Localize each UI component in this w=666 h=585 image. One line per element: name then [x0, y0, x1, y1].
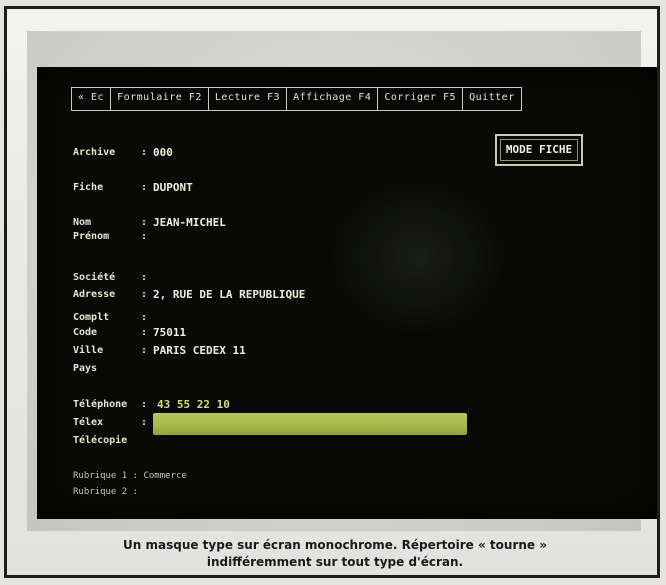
value-ville[interactable]: PARIS CEDEX 11 — [153, 344, 246, 357]
photo-caption: Un masque type sur écran monochrome. Rép… — [37, 537, 633, 571]
value-adresse[interactable]: 2, RUE DE LA REPUBLIQUE — [153, 288, 305, 301]
label-archive: Archive — [73, 147, 116, 158]
label-telecopie: Télécopie — [73, 435, 128, 446]
menu-item-escape[interactable]: « Ec — [72, 88, 112, 110]
separator: : — [141, 147, 148, 158]
label-code: Code — [73, 327, 98, 338]
separator: : — [141, 289, 148, 300]
rubrique-2: Rubrique 2 : — [73, 487, 139, 497]
separator: : — [141, 399, 148, 410]
separator: : — [141, 272, 148, 283]
separator: : — [141, 217, 148, 228]
menu-item-quitter[interactable]: Quitter — [463, 88, 521, 110]
label-societe: Société — [73, 272, 116, 283]
label-fiche: Fiche — [73, 182, 104, 193]
label-ville: Ville — [73, 345, 104, 356]
label-telephone: Téléphone — [73, 399, 128, 410]
label-telex: Télex — [73, 417, 104, 428]
value-nom[interactable]: JEAN-MICHEL — [153, 216, 226, 229]
separator: : — [141, 327, 148, 338]
menu-bar: « Ec Formulaire F2 Lecture F3 Affichage … — [71, 87, 522, 111]
rubrique-1: Rubrique 1 : Commerce — [73, 471, 187, 481]
value-fiche[interactable]: DUPONT — [153, 181, 193, 194]
label-complt: Complt — [73, 312, 110, 323]
label-pays: Pays — [73, 363, 98, 374]
separator: : — [141, 417, 148, 428]
active-input-field[interactable] — [153, 413, 467, 435]
screen-glare — [327, 177, 507, 337]
label-adresse: Adresse — [73, 289, 116, 300]
label-nom: Nom — [73, 217, 92, 228]
photo-frame: « Ec Formulaire F2 Lecture F3 Affichage … — [4, 6, 660, 578]
separator: : — [141, 182, 148, 193]
monochrome-screen: « Ec Formulaire F2 Lecture F3 Affichage … — [37, 67, 657, 519]
menu-item-lecture[interactable]: Lecture F3 — [209, 88, 288, 110]
menu-item-corriger[interactable]: Corriger F5 — [378, 88, 464, 110]
separator: : — [141, 345, 148, 356]
value-telephone[interactable]: 43 55 22 10 — [157, 398, 230, 411]
caption-line-2: indifféremment sur tout type d'écran. — [206, 555, 464, 569]
separator: : — [141, 312, 148, 323]
value-code[interactable]: 75011 — [153, 326, 186, 339]
menu-item-affichage[interactable]: Affichage F4 — [287, 88, 379, 110]
value-archive[interactable]: 000 — [153, 146, 173, 159]
menu-item-formulaire[interactable]: Formulaire F2 — [111, 88, 209, 110]
mode-indicator: MODE FICHE — [495, 134, 583, 166]
label-prenom: Prénom — [73, 231, 110, 242]
caption-line-1: Un masque type sur écran monochrome. Rép… — [123, 538, 547, 552]
separator: : — [141, 231, 148, 242]
